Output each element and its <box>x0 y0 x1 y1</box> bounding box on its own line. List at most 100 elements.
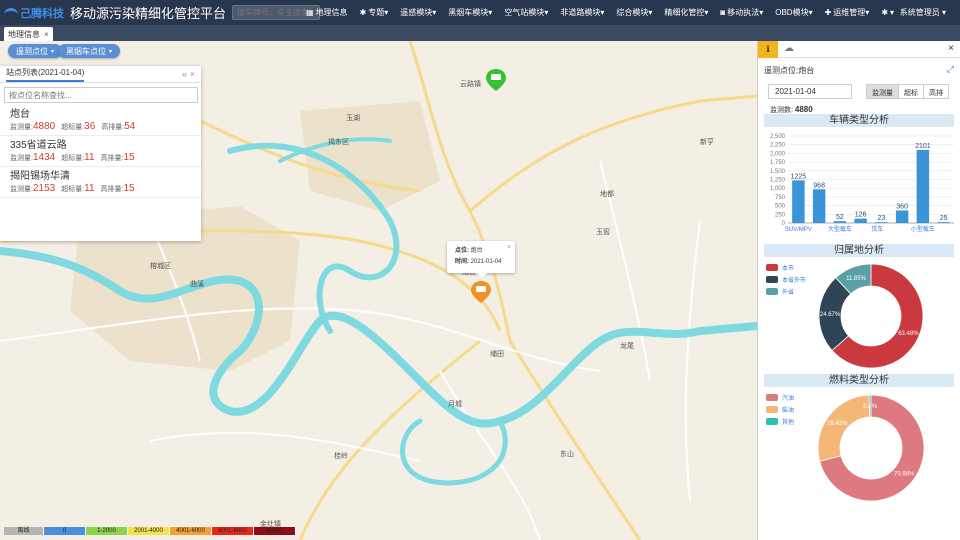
chevron-down-icon: ▾ <box>890 8 895 17</box>
map-place-label: 桂岭 <box>334 453 348 460</box>
station-item[interactable]: 炮台 监测量:4880 超标量:36 高排量:54 <box>0 105 201 136</box>
map-place-label: 曲溪 <box>190 281 204 288</box>
bar-value-label: 360 <box>896 203 908 210</box>
chevron-down-icon: ▾ <box>808 8 813 17</box>
nav-label: 地理信息 <box>315 8 348 17</box>
bar-value-label: 968 <box>813 182 825 189</box>
station-marker-orange[interactable] <box>471 281 491 303</box>
x-tick-label: 小型载车 <box>911 225 935 233</box>
legend-swatch <box>766 288 778 295</box>
legend-label[interactable]: 汽油 <box>782 394 794 402</box>
legend-label[interactable]: 其他 <box>782 418 794 426</box>
map-place-label: 龙尾 <box>620 343 634 350</box>
metric-button-0[interactable]: 监测量 <box>866 84 899 99</box>
nav-item-8[interactable]: ◙ 移动执法 ▾ <box>720 7 763 18</box>
y-tick-label: 1,500 <box>770 169 786 175</box>
nav-item-3[interactable]: 黑烟车模块 ▾ <box>448 7 492 18</box>
nav-item-5[interactable]: 非道路模块 ▾ <box>560 7 604 18</box>
user-menu[interactable]: 系统管理员 ▾ <box>900 0 946 25</box>
nav-item-9[interactable]: OBD模块 ▾ <box>775 7 812 18</box>
legend-swatch <box>766 406 778 413</box>
legend-label[interactable]: 柴油 <box>782 406 794 414</box>
origin-title: 归属地分析 <box>764 244 954 257</box>
high-value: 15 <box>123 152 135 163</box>
map-view[interactable]: 揭东区榕城区曲溪炮台地都云路镇玉湖桂岭金灶镇新亨埔田龙尾东山玉窖月城 遥测点位▾… <box>0 41 757 540</box>
bar[interactable] <box>854 218 867 223</box>
tab-bar: 地理信息 × <box>0 25 960 41</box>
nav-item-11[interactable]: ✱ ▾ <box>881 8 894 17</box>
map-place-label: 月城 <box>448 401 462 408</box>
expand-icon[interactable]: ⤢ <box>947 64 954 75</box>
nav-item-1[interactable]: ✱ 专题 ▾ <box>360 7 389 18</box>
legend-swatch <box>766 264 778 271</box>
bar[interactable] <box>916 149 930 223</box>
collapse-icon[interactable]: « <box>182 69 187 79</box>
popup-site: 炮台 <box>470 248 483 254</box>
fuel-type-chart: 70.98% 28.42% 0.6% 汽油柴油其他 <box>766 394 925 502</box>
bar-value-label: 23 <box>877 215 885 222</box>
black-smoke-toggle[interactable]: 黑烟车点位 ▾ <box>58 44 121 58</box>
pie-slice[interactable] <box>817 394 871 462</box>
camera-icon: ◙ <box>720 8 726 17</box>
close-icon[interactable]: × <box>948 43 954 54</box>
metric-button-2[interactable]: 高排 <box>923 84 949 99</box>
bar[interactable] <box>792 180 805 223</box>
nav-item-10[interactable]: ✚ 运维管理 ▾ <box>825 7 870 18</box>
legend-label[interactable]: 本市 <box>782 264 794 272</box>
chevron-down-icon: ▾ <box>488 8 493 17</box>
nav-item-4[interactable]: 空气站模块 ▾ <box>504 7 548 18</box>
date-input[interactable] <box>768 84 852 99</box>
legend-label[interactable]: 本省外市 <box>782 276 806 284</box>
station-search-input[interactable] <box>4 87 198 103</box>
nav-item-0[interactable]: ▦ 地理信息 <box>306 7 348 18</box>
legend-swatch <box>766 394 778 401</box>
y-tick-label: 1,000 <box>770 186 786 192</box>
legend-segment: 1-2000 <box>86 527 128 535</box>
bar[interactable] <box>812 189 826 223</box>
nav-label: 精细化管控 <box>664 8 705 17</box>
bar[interactable] <box>937 222 950 223</box>
station-item[interactable]: 揭阳锡场华清 监测量:2153 超标量:11 高排量:15 <box>0 167 201 198</box>
analysis-panel: ℹ ☁ × 遥测点位:炮台 ⤢ 监测量超标高排 监测数: 4880 车辆类型分析… <box>757 41 960 540</box>
legend-swatch <box>766 276 778 283</box>
station-popup: × 点位: 炮台 时间: 2021-01-04 <box>447 241 515 278</box>
tab-close-icon[interactable]: × <box>44 30 49 39</box>
map-place-label: 揭东区 <box>328 139 349 146</box>
panel-header: ℹ ☁ × <box>758 41 960 58</box>
info-icon[interactable]: ℹ <box>758 41 778 58</box>
station-name: 揭阳锡场华清 <box>10 171 70 182</box>
nav-item-7[interactable]: 精细化管控 ▾ <box>664 7 708 18</box>
legend-segment: 6001-8000 <box>212 527 254 535</box>
legend-segment: 4001-6000 <box>170 527 212 535</box>
bar-value-label: 52 <box>836 214 844 221</box>
pie-pct-label: 24.67% <box>820 312 841 318</box>
popup-close-icon[interactable]: × <box>507 242 511 253</box>
cloud-icon[interactable]: ☁ <box>784 43 794 54</box>
remote-sites-toggle[interactable]: 遥测点位 ▾ <box>8 44 63 58</box>
chevron-down-icon: ▾ <box>544 8 549 17</box>
station-marker-green[interactable] <box>486 69 506 91</box>
pie-pct-label: 70.98% <box>894 472 915 478</box>
legend-label[interactable]: 外省 <box>782 288 794 296</box>
bar[interactable] <box>833 221 847 223</box>
metric-button-1[interactable]: 超标 <box>898 84 924 99</box>
legend-swatch <box>766 418 778 425</box>
bar[interactable] <box>875 222 888 223</box>
bar-value-label: 126 <box>855 212 867 219</box>
map-place-label: 玉窖 <box>596 229 610 236</box>
settings-icon: ✱ <box>881 8 889 17</box>
map-place-label: 新亨 <box>700 139 714 146</box>
nav-item-2[interactable]: 遥感模块 ▾ <box>400 7 436 18</box>
station-list-panel: 站点列表(2021-01-04) « × 炮台监测量:4880超标量:36高排量… <box>0 66 201 241</box>
map-place-label: 地都 <box>600 191 614 198</box>
close-icon[interactable]: × <box>190 69 195 79</box>
station-item[interactable]: 335省道云路 监测量:1434 超标量:11 高排量:15 <box>0 136 201 167</box>
nav-label: 综合模块 <box>616 8 649 17</box>
bar[interactable] <box>895 210 909 223</box>
station-name: 炮台 <box>10 109 30 120</box>
map-place-label: 榕城区 <box>150 263 171 270</box>
nav-item-6[interactable]: 综合模块 ▾ <box>616 7 652 18</box>
legend-segment: 离线 <box>4 527 44 535</box>
tab-geo-info[interactable]: 地理信息 × <box>4 27 53 41</box>
legend-segment: 0 <box>44 527 86 535</box>
